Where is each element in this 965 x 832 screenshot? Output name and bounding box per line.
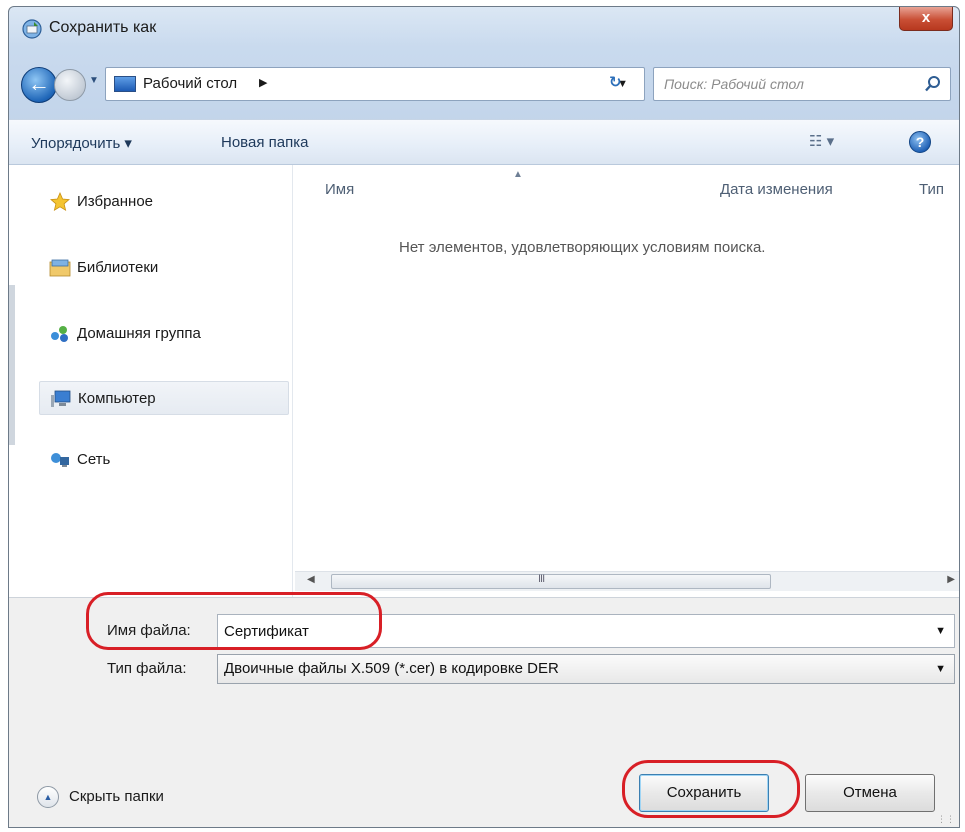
star-icon [50, 192, 70, 212]
collapse-up-icon: ▲ [37, 786, 59, 808]
save-as-dialog: Сохранить как x ← ▼ Рабочий стол ▶ ▼ ↻ У… [8, 6, 960, 828]
empty-list-message: Нет элементов, удовлетворяющих условиям … [399, 239, 766, 256]
filename-combobox[interactable]: ▼ [217, 614, 955, 648]
forward-button[interactable] [54, 69, 86, 101]
nav-item-label: Сеть [77, 451, 111, 468]
new-folder-button[interactable]: Новая папка [221, 134, 308, 151]
history-dropdown-icon[interactable]: ▼ [89, 75, 99, 86]
filename-label: Имя файла: [107, 622, 191, 639]
nav-item-label: Домашняя группа [77, 325, 201, 342]
horizontal-scrollbar[interactable]: ◀ III ▶ [295, 571, 959, 591]
scroll-right-icon[interactable]: ▶ [947, 574, 955, 585]
title-bar: Сохранить как x [9, 7, 959, 51]
nav-item-libraries[interactable]: Библиотеки [39, 251, 289, 285]
nav-item-homegroup[interactable]: Домашняя группа [39, 317, 289, 351]
column-header-name[interactable]: Имя [325, 181, 354, 198]
cancel-button[interactable]: Отмена [805, 774, 935, 812]
nav-item-computer[interactable]: Компьютер [39, 381, 289, 415]
search-input[interactable] [664, 74, 904, 94]
nav-item-label: Избранное [77, 193, 154, 210]
content-area: Избранное Библиотеки Домашняя группа Ком… [9, 165, 959, 597]
breadcrumb-chevron-icon[interactable]: ▶ [259, 76, 267, 89]
search-box[interactable] [653, 67, 951, 101]
breadcrumb-location[interactable]: Рабочий стол [143, 75, 237, 92]
column-header-type[interactable]: Тип [919, 181, 944, 198]
hide-folders-label: Скрыть папки [69, 788, 164, 805]
column-header-date[interactable]: Дата изменения [720, 181, 833, 198]
homegroup-icon [51, 326, 68, 342]
save-button[interactable]: Сохранить [639, 774, 769, 812]
refresh-icon[interactable]: ↻ [609, 73, 622, 91]
search-icon[interactable] [924, 75, 942, 93]
libraries-icon [49, 259, 71, 277]
view-options-icon[interactable]: ☷ ▾ [809, 132, 834, 150]
nav-item-label: Компьютер [78, 390, 156, 407]
desktop-icon [114, 76, 136, 92]
save-form: Имя файла: ▼ Тип файла: Двоичные файлы X… [9, 597, 959, 827]
filetype-select[interactable]: Двоичные файлы X.509 (*.cer) в кодировке… [217, 654, 955, 684]
save-dialog-icon [22, 19, 42, 39]
filename-input[interactable] [224, 621, 904, 641]
nav-pane-scrollbar[interactable] [9, 285, 15, 445]
scroll-left-icon[interactable]: ◀ [307, 574, 315, 585]
sort-ascending-icon: ▲ [513, 169, 523, 180]
resize-grip-icon[interactable]: ⋮⋮ [937, 814, 955, 825]
nav-item-favorites[interactable]: Избранное [39, 185, 289, 219]
organize-menu[interactable]: Упорядочить ▾ [31, 134, 132, 152]
close-button[interactable]: x [899, 7, 953, 31]
network-icon [51, 453, 69, 467]
filetype-dropdown-icon[interactable]: ▼ [935, 663, 946, 675]
scroll-thumb[interactable]: III [331, 573, 771, 589]
filetype-label: Тип файла: [107, 660, 187, 677]
navigation-pane: Избранное Библиотеки Домашняя группа Ком… [9, 165, 293, 597]
filetype-value: Двоичные файлы X.509 (*.cer) в кодировке… [224, 660, 559, 677]
scroll-grip: III [538, 573, 545, 585]
computer-icon [51, 390, 71, 407]
back-button[interactable]: ← [21, 67, 57, 103]
filename-dropdown-icon[interactable]: ▼ [935, 625, 946, 637]
nav-item-network[interactable]: Сеть [39, 443, 289, 477]
file-list-pane: ▲ Имя Дата изменения Тип Нет элементов, … [295, 165, 959, 597]
nav-item-label: Библиотеки [77, 259, 159, 276]
command-bar: Упорядочить ▾ Новая папка ☷ ▾ ? [9, 119, 959, 165]
breadcrumb[interactable]: Рабочий стол ▶ ▼ [105, 67, 645, 101]
help-icon[interactable]: ? [909, 131, 931, 153]
window-title: Сохранить как [49, 19, 157, 36]
address-row: ← ▼ Рабочий стол ▶ ▼ ↻ [9, 55, 959, 115]
